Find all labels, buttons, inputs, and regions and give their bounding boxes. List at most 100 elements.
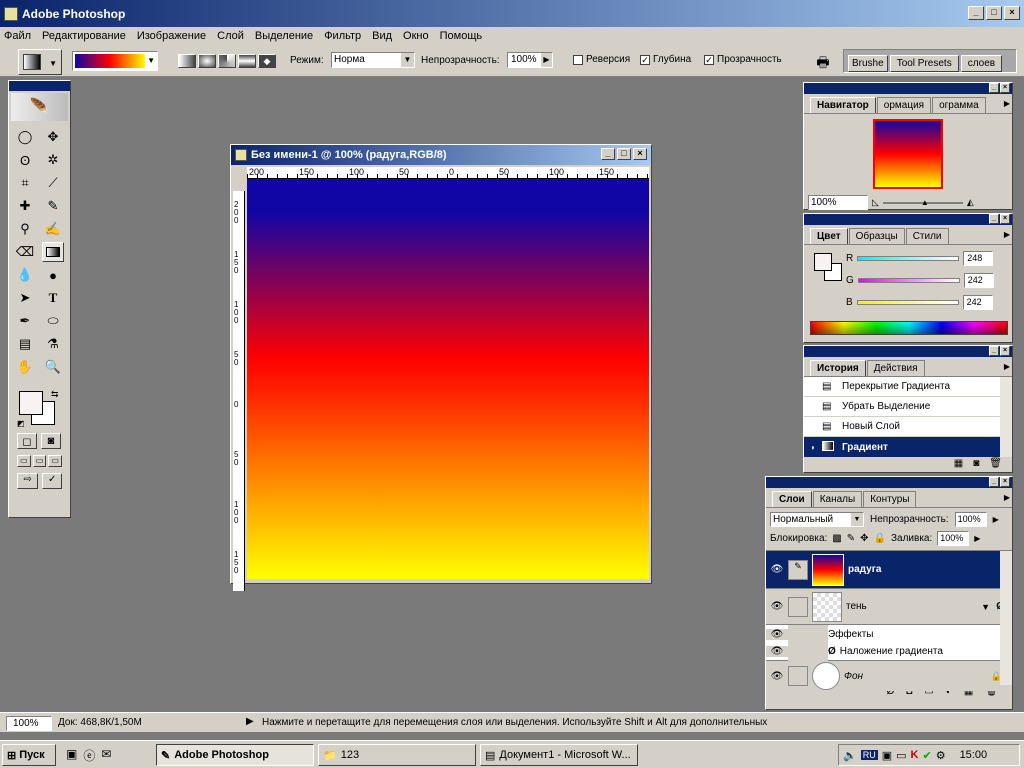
color-spectrum-bar[interactable] (810, 321, 1008, 335)
menu-edit[interactable]: Редактирование (42, 30, 126, 42)
transparency-checkbox[interactable]: ✓ (704, 54, 714, 65)
marquee-tool-icon[interactable]: ◯ (14, 127, 36, 147)
fill-input[interactable]: 100% (937, 531, 970, 546)
language-indicator[interactable]: RU (860, 750, 878, 760)
document-window[interactable]: Без имени-1 @ 100% (радуга,RGB/8) _ □ × … (230, 144, 652, 591)
zoom-in-icon[interactable]: ◭ (967, 197, 974, 208)
opacity-input[interactable]: 100% ▶ (507, 52, 553, 68)
panel-menu-icon[interactable]: ▶ (1004, 493, 1010, 502)
tray-check-icon[interactable]: ✔ (922, 749, 931, 762)
eye-icon[interactable]: 👁 (766, 628, 788, 640)
channel-b-slider[interactable] (856, 300, 959, 305)
effects-expand-icon[interactable]: ▼ (981, 602, 990, 612)
channel-b-input[interactable]: 242 (962, 295, 993, 310)
menu-help[interactable]: Помощь (440, 30, 483, 42)
link-box[interactable] (788, 596, 808, 617)
clone-stamp-icon[interactable]: ⚲ (14, 219, 36, 239)
magic-wand-icon[interactable]: ✲ (42, 150, 64, 170)
screen-mode-full-icon[interactable]: ▭ (48, 455, 63, 467)
tool-preset-picker[interactable]: ▼ (18, 49, 62, 75)
dodge-tool-icon[interactable]: ● (42, 265, 64, 285)
lock-paint-icon[interactable]: ✎ (847, 533, 855, 544)
navigator-zoom-input[interactable]: 100% (808, 195, 868, 210)
status-arrow-icon[interactable]: ▶ (246, 716, 254, 727)
screen-mode-full-menu-icon[interactable]: ▭ (32, 455, 47, 467)
color-fg-swatch[interactable] (814, 253, 832, 271)
mode-select[interactable]: Норма ▼ (331, 52, 415, 68)
list-item[interactable]: ▤ Перекрытие Градиента (804, 377, 1012, 397)
default-colors-icon[interactable]: ◩ (17, 419, 25, 428)
well-tab-layer-comps[interactable]: слоев (960, 55, 1003, 72)
reverse-checkbox-group[interactable]: Реверсия (573, 54, 630, 65)
quick-mask-icon[interactable]: ◙ (41, 433, 61, 449)
menu-select[interactable]: Выделение (255, 30, 313, 42)
network-icon[interactable]: ▣ (882, 749, 892, 762)
well-tab-tool-presets[interactable]: Tool Presets (889, 55, 959, 72)
menu-window[interactable]: Окно (403, 30, 429, 42)
doc-minimize-button[interactable]: _ (601, 148, 615, 160)
list-item[interactable]: ▤ Новый Слой (804, 417, 1012, 437)
volume-icon[interactable]: 🔈 (843, 749, 857, 762)
crop-tool-icon[interactable]: ⌗ (14, 173, 36, 193)
panel-minimize-button[interactable]: _ (989, 346, 999, 356)
layers-scrollbar[interactable] (1000, 551, 1012, 685)
panel-menu-icon[interactable]: ▶ (1004, 362, 1010, 371)
tab-paths[interactable]: Контуры (863, 491, 917, 507)
screen-mode-standard-icon[interactable]: ▭ (17, 455, 31, 467)
arrow-right-icon[interactable]: ▶ (541, 53, 552, 67)
gradient-picker[interactable]: ▼ (72, 51, 158, 71)
menu-image[interactable]: Изображение (137, 30, 206, 42)
menu-file[interactable]: Файл (4, 30, 31, 42)
blend-mode-select[interactable]: Нормальный ▼ (770, 512, 864, 527)
channel-r-input[interactable]: 248 (963, 251, 994, 266)
jump-to-imageready-icon[interactable]: ⇨ (17, 473, 39, 489)
checkmark-icon[interactable]: ✓ (42, 473, 62, 489)
lock-all-icon[interactable]: 🔒 (874, 533, 886, 544)
hand-tool-icon[interactable]: ✋ (14, 357, 36, 377)
arrow-right-icon[interactable]: ▶ (993, 515, 999, 524)
channel-g-slider[interactable] (857, 278, 960, 283)
outlook-icon[interactable]: ✉ (101, 747, 111, 764)
blur-tool-icon[interactable]: 💧 (14, 265, 36, 285)
arrow-right-icon[interactable]: ▶ (974, 534, 980, 543)
link-box[interactable] (788, 666, 808, 686)
diamond-gradient-icon[interactable]: ◆ (258, 54, 276, 68)
tab-styles[interactable]: Стили (905, 228, 949, 244)
close-button[interactable]: × (1004, 6, 1020, 20)
task-word[interactable]: ▤ Документ1 - Microsoft W... (480, 744, 638, 766)
panel-close-button[interactable]: × (1000, 83, 1010, 93)
zoom-slider-thumb[interactable]: ▲ (921, 198, 929, 207)
lock-transparency-icon[interactable]: ▩ (832, 533, 841, 544)
tab-color[interactable]: Цвет (810, 228, 848, 244)
eye-icon[interactable]: 👁 (766, 601, 788, 612)
tab-histogram[interactable]: ограмма (932, 97, 986, 113)
slice-tool-icon[interactable]: ⟋ (42, 173, 64, 193)
history-scrollbar[interactable] (1000, 377, 1012, 457)
menu-layer[interactable]: Слой (217, 30, 244, 42)
tab-swatches[interactable]: Образцы (848, 228, 905, 244)
status-zoom-input[interactable]: 100% (6, 716, 52, 731)
zoom-out-icon[interactable]: ◺ (872, 197, 879, 208)
path-select-icon[interactable]: ➤ (14, 288, 36, 308)
channel-g-input[interactable]: 242 (963, 273, 994, 288)
eye-icon[interactable]: 👁 (766, 564, 788, 575)
panel-minimize-button[interactable]: _ (989, 83, 999, 93)
menu-filter[interactable]: Фильтр (324, 30, 361, 42)
tab-actions[interactable]: Действия (866, 360, 925, 376)
browser-icon[interactable]: ⓔ (83, 747, 95, 764)
tab-info[interactable]: ормация (876, 97, 932, 113)
gradient-tool-icon[interactable] (42, 242, 64, 262)
eyedropper-icon[interactable]: ⚗ (42, 334, 64, 354)
canvas-gradient[interactable] (247, 179, 649, 579)
layer-row[interactable]: 👁 тень ▼ Ø (766, 589, 1012, 625)
healing-brush-icon[interactable]: ✚ (14, 196, 36, 216)
ellipse-tool-icon[interactable]: ⬭ (42, 311, 64, 331)
panel-minimize-button[interactable]: _ (989, 477, 999, 487)
pen-tool-icon[interactable]: ✒ (14, 311, 36, 331)
menu-view[interactable]: Вид (372, 30, 392, 42)
angle-gradient-icon[interactable] (218, 54, 236, 68)
move-tool-icon[interactable]: ✥ (42, 127, 64, 147)
reverse-checkbox[interactable] (573, 54, 583, 65)
doc-maximize-button[interactable]: □ (617, 148, 631, 160)
new-document-icon[interactable]: ▦ (954, 458, 963, 469)
